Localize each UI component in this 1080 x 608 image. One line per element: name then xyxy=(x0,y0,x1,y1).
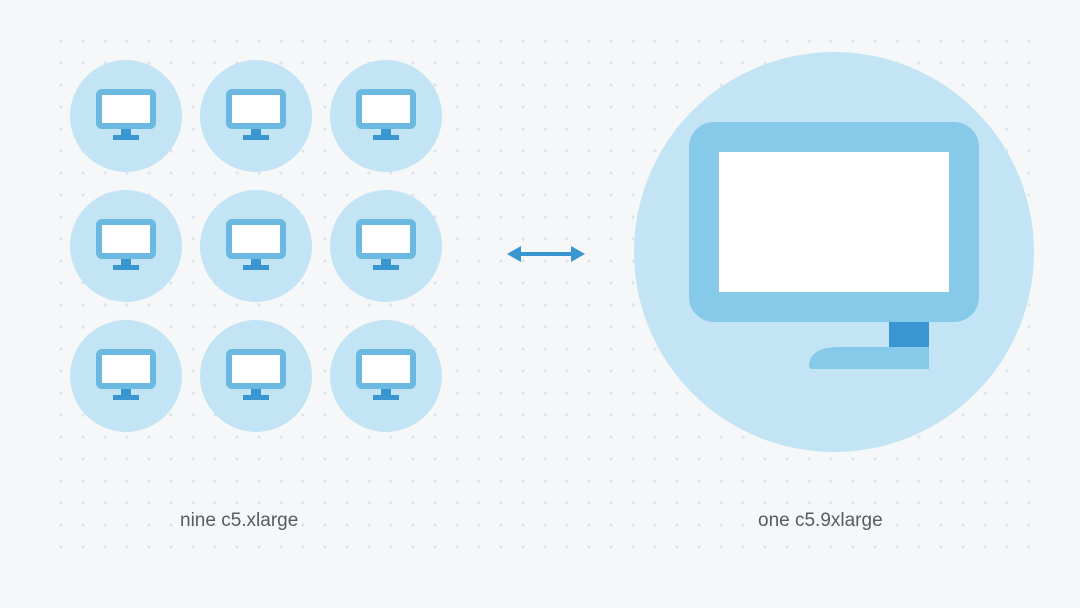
instance-small xyxy=(70,60,182,172)
monitor-icon xyxy=(226,349,286,403)
monitor-icon xyxy=(226,89,286,143)
instance-small xyxy=(70,320,182,432)
monitor-icon xyxy=(96,349,156,403)
monitor-icon xyxy=(356,219,416,273)
instance-small xyxy=(330,320,442,432)
instance-small xyxy=(200,320,312,432)
monitor-icon xyxy=(689,122,979,382)
monitor-icon xyxy=(356,89,416,143)
monitor-icon xyxy=(356,349,416,403)
instance-small xyxy=(200,190,312,302)
instance-small xyxy=(70,190,182,302)
monitor-icon xyxy=(226,219,286,273)
instance-small xyxy=(200,60,312,172)
right-caption: one c5.9xlarge xyxy=(758,510,883,532)
small-instances-grid xyxy=(70,60,442,432)
bidirectional-arrow-icon xyxy=(505,240,587,273)
diagram-stage: nine c5.xlarge one c5.9xlarge xyxy=(0,0,1080,608)
monitor-icon xyxy=(96,219,156,273)
instance-small xyxy=(330,60,442,172)
instance-large xyxy=(634,52,1034,452)
monitor-icon xyxy=(96,89,156,143)
left-caption: nine c5.xlarge xyxy=(180,510,298,532)
instance-small xyxy=(330,190,442,302)
